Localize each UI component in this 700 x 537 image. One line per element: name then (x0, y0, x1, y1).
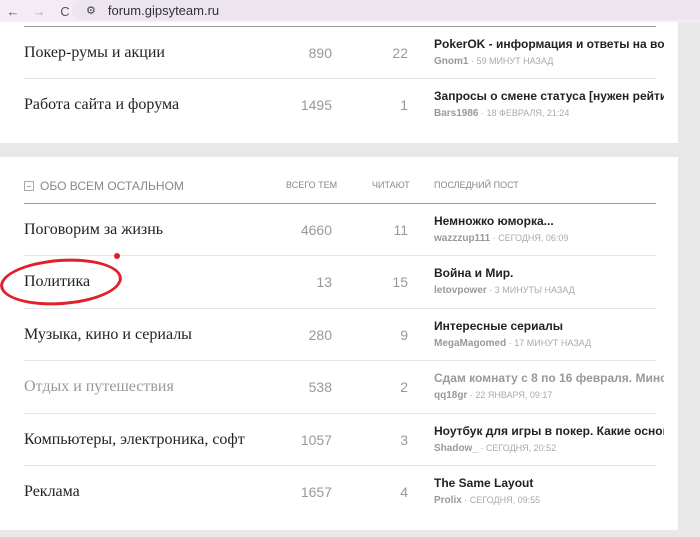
forum-name[interactable]: Работа сайта и форума (24, 96, 179, 114)
forum-row[interactable]: Музыка, кино и сериалы 280 9 Интересные … (24, 309, 656, 361)
back-button[interactable]: ← (0, 4, 26, 19)
forum-name[interactable]: Поговорим за жизнь (24, 221, 163, 239)
last-post-time: 22 января, 09:17 (475, 390, 553, 401)
last-post-time: 59 минут назад (476, 56, 554, 66)
last-post-user[interactable]: letovpower (434, 285, 487, 296)
collapse-icon[interactable] (24, 181, 34, 191)
forum-row[interactable]: Отдых и путешествия 538 2 Сдам комнату с… (24, 361, 664, 413)
forum-name[interactable]: Покер-румы и акции (24, 44, 165, 62)
last-post: The Same Layout Prolix · сегодня, 09:55 (434, 476, 664, 506)
reader-count: 1 (400, 97, 408, 113)
forum-panel-top: Покер-румы и акции 890 22 PokerOK - инфо… (0, 22, 678, 143)
reader-count: 22 (392, 45, 408, 61)
col-last-header: Последний пост (434, 180, 519, 190)
last-post: Немножко юморка... wazzzup111 · сегодня,… (434, 214, 664, 244)
forum-row[interactable]: Поговорим за жизнь 4660 11 Немножко юмор… (24, 204, 656, 256)
forum-row[interactable]: Работа сайта и форума 1495 1 Запросы о с… (24, 79, 664, 131)
last-post-title[interactable]: Сдам комнату с 8 по 16 февраля. Минск (434, 371, 664, 385)
last-post-title[interactable]: Война и Мир. (434, 266, 664, 280)
reader-count: 11 (393, 222, 408, 238)
last-post-time: 3 минуты назад (494, 285, 575, 296)
last-post-title[interactable]: The Same Layout (434, 476, 664, 490)
topic-count: 1057 (300, 431, 332, 448)
forum-row[interactable]: Покер-румы и акции 890 22 PokerOK - инфо… (24, 27, 664, 79)
reader-count: 2 (400, 379, 408, 396)
site-settings-icon[interactable]: ⚙ (86, 4, 96, 17)
last-post-title[interactable]: Немножко юморка... (434, 214, 664, 228)
topic-count: 1657 (300, 484, 332, 500)
last-post-user[interactable]: Shadow_ (434, 443, 478, 454)
last-post-user[interactable]: wazzzup111 (434, 233, 490, 244)
topic-count: 4660 (300, 222, 332, 238)
url-text: forum.gipsyteam.ru (107, 2, 220, 18)
topic-count: 280 (308, 326, 332, 343)
topic-count: 1495 (300, 97, 332, 113)
last-post-title[interactable]: Ноутбук для игры в покер. Какие основн..… (434, 424, 664, 438)
col-total-header: Всего тем (286, 180, 338, 190)
last-post-user[interactable]: Prolix (434, 495, 462, 506)
last-post-user[interactable]: Gnom1 (434, 56, 468, 67)
last-post-user[interactable]: MegaMagomed (434, 338, 506, 349)
forum-name[interactable]: Компьютеры, электроника, софт (24, 431, 245, 449)
last-post-user[interactable]: Bars1986 (434, 108, 478, 119)
red-annotation-dot (114, 253, 120, 259)
last-post-title[interactable]: PokerOK - информация и ответы на вопр... (434, 37, 664, 51)
topic-count: 13 (316, 274, 332, 291)
reader-count: 9 (400, 326, 408, 343)
section-header[interactable]: Обо всем остальном (24, 179, 184, 193)
last-post: Запросы о смене статуса [нужен рейтинг..… (434, 89, 664, 119)
last-post: Сдам комнату с 8 по 16 февраля. Минск qq… (434, 371, 664, 402)
col-reading-header: Читают (372, 180, 410, 190)
reader-count: 3 (400, 431, 408, 448)
last-post-user[interactable]: qq18gr (434, 390, 467, 401)
browser-toolbar: ← → C ⚙ forum.gipsyteam.ru (0, 0, 700, 22)
last-post: Интересные сериалы MegaMagomed · 17 мину… (434, 319, 664, 349)
last-post: Ноутбук для игры в покер. Какие основн..… (434, 423, 664, 454)
forward-button[interactable]: → (26, 4, 52, 19)
last-post: Война и Мир. letovpower · 3 минуты назад (434, 266, 664, 296)
forum-name[interactable]: Отдых и путешествия (24, 378, 174, 396)
forum-name[interactable]: Музыка, кино и сериалы (24, 326, 192, 344)
last-post-title[interactable]: Интересные сериалы (434, 319, 664, 333)
forum-name[interactable]: Реклама (24, 483, 80, 501)
last-post: PokerOK - информация и ответы на вопр...… (434, 37, 664, 67)
section-title: Обо всем остальном (40, 179, 184, 193)
address-bar[interactable]: ⚙ forum.gipsyteam.ru (72, 0, 700, 20)
forum-row[interactable]: Компьютеры, электроника, софт 1057 3 Ноу… (24, 414, 664, 466)
topic-count: 890 (308, 45, 332, 61)
last-post-time: 18 февраля, 21:24 (486, 108, 570, 118)
last-post-time: 17 минут назад (514, 337, 592, 348)
last-post-title[interactable]: Запросы о смене статуса [нужен рейтинг..… (434, 89, 664, 103)
reader-count: 4 (400, 484, 408, 500)
topic-count: 538 (308, 379, 332, 396)
last-post-time: сегодня, 20:52 (485, 442, 557, 453)
reader-count: 15 (392, 274, 408, 291)
last-post-time: сегодня, 06:09 (498, 233, 569, 243)
forum-row[interactable]: Реклама 1657 4 The Same Layout Prolix · … (24, 466, 656, 518)
last-post-time: сегодня, 09:55 (469, 495, 541, 505)
